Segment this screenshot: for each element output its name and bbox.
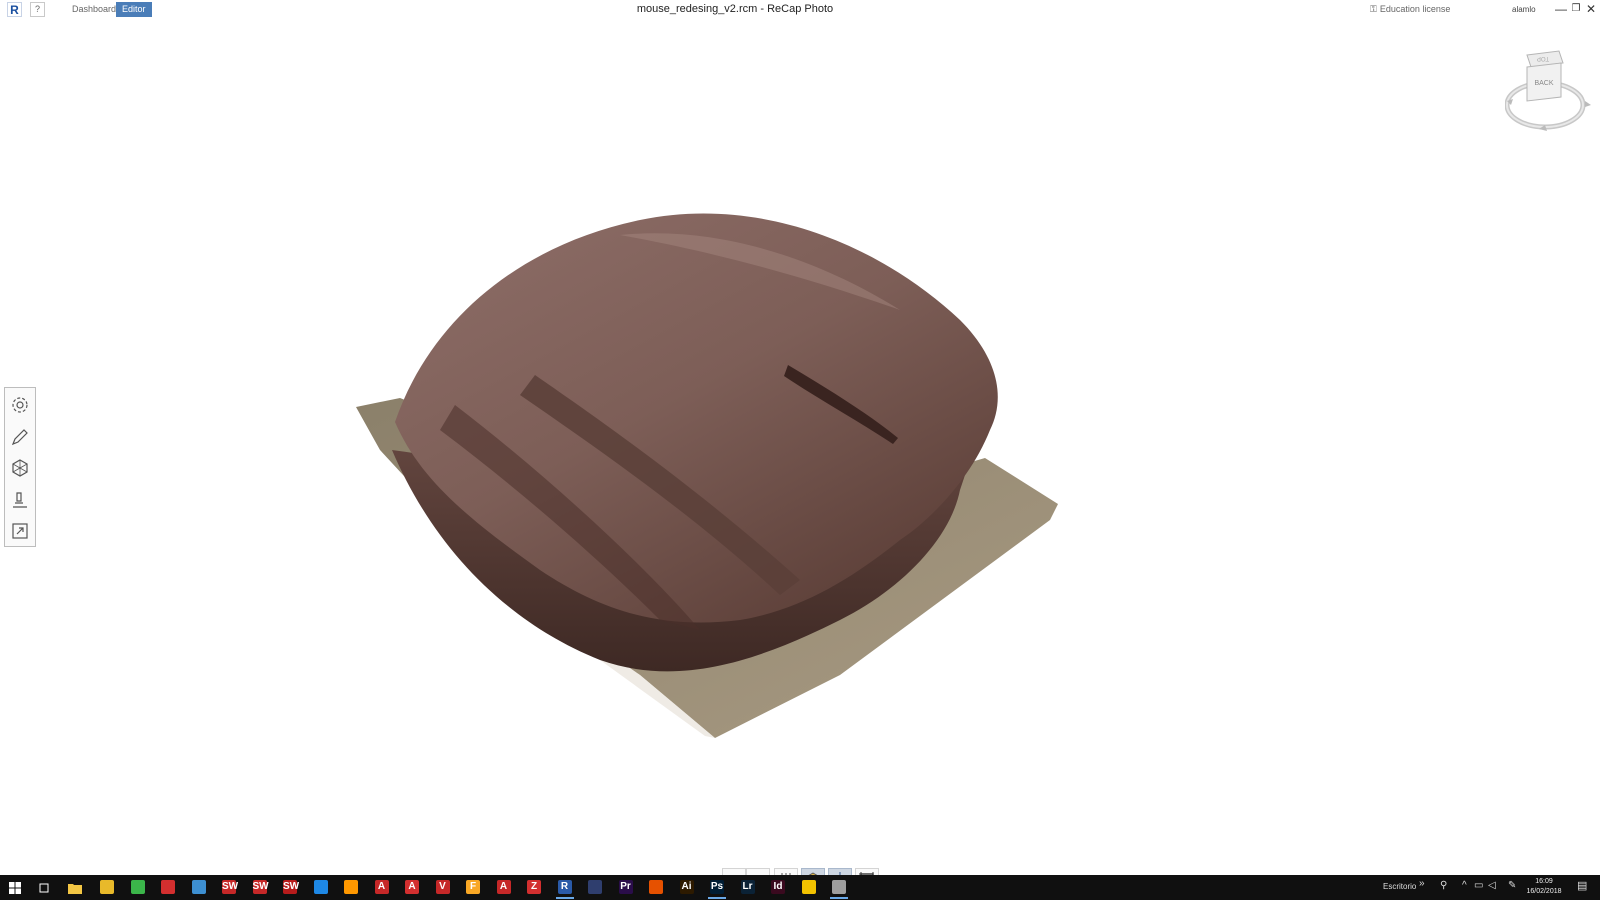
key-icon: ⚿	[1370, 4, 1377, 14]
solidworks2-icon[interactable]: SW	[251, 878, 269, 896]
app-f-glyph: F	[466, 880, 480, 894]
notifications-icon[interactable]: ▤	[1577, 879, 1587, 892]
3d-viewport[interactable]: TOP BACK	[0, 20, 1600, 892]
clock[interactable]: 16:09 16/02/2018	[1524, 877, 1564, 897]
solidworks-glyph: SW	[222, 880, 239, 894]
autocad-icon[interactable]: A	[373, 878, 391, 896]
app-red-star-icon[interactable]	[159, 878, 177, 896]
photoshop-glyph: Ps	[710, 880, 724, 894]
export-icon[interactable]	[9, 520, 31, 542]
task-view-icon[interactable]	[38, 882, 50, 894]
network-icon[interactable]: ▭	[1474, 880, 1483, 891]
volume-icon[interactable]: ◁	[1488, 880, 1496, 891]
app-blue-cube-icon[interactable]	[190, 878, 208, 896]
windows-taskbar: SW SW SW A A V F A Z R Pr Ai Ps Lr Id Escritorio » ⚲ ^…	[0, 875, 1600, 900]
app-window-icon[interactable]	[830, 878, 848, 899]
app-blue-cube-glyph	[191, 880, 206, 894]
lightroom-icon[interactable]: Lr	[739, 878, 757, 896]
window-title: mouse_redesing_v2.rcm - ReCap Photo	[636, 3, 834, 15]
chrome-icon[interactable]	[98, 878, 116, 896]
app-green-icon[interactable]	[129, 878, 147, 896]
autocad2-icon[interactable]: A	[495, 878, 513, 896]
mesh-icon[interactable]	[9, 457, 31, 479]
app-yellow-icon[interactable]	[800, 878, 818, 896]
autocad2-glyph: A	[496, 880, 511, 894]
pencil-icon[interactable]	[9, 426, 31, 448]
maximize-button[interactable]: ❐	[1569, 1, 1583, 17]
chrome-glyph	[100, 880, 114, 894]
license-label: Education license	[1379, 4, 1451, 14]
illustrator-icon[interactable]: Ai	[678, 878, 696, 896]
desktop-toolbar-label[interactable]: Escritorio	[1383, 882, 1416, 891]
file-explorer-icon[interactable]	[68, 882, 82, 894]
premiere-icon[interactable]: Pr	[617, 878, 635, 896]
settings-icon[interactable]	[9, 394, 31, 416]
people-icon[interactable]: ⚲	[1440, 880, 1447, 891]
indesign-icon[interactable]: Id	[769, 878, 787, 896]
active-indicator	[555, 897, 574, 899]
app-fox-glyph	[344, 880, 358, 894]
solidworks2-glyph: SW	[252, 880, 269, 894]
photoshop-icon[interactable]: Ps	[708, 878, 726, 899]
toolbar-overflow-icon[interactable]: »	[1419, 878, 1425, 889]
app-f-icon[interactable]: F	[464, 878, 482, 896]
pen-tray-icon[interactable]: ✎	[1508, 880, 1516, 891]
app-pen-icon[interactable]	[647, 878, 665, 896]
app-window-glyph	[832, 880, 846, 894]
cinema4d-glyph	[588, 880, 602, 894]
tray-chevron-icon[interactable]: ^	[1462, 880, 1467, 891]
measure-icon[interactable]	[9, 489, 31, 511]
app-blue-circle-glyph	[313, 880, 328, 894]
solidworks-icon[interactable]: SW	[220, 878, 238, 896]
premiere-glyph: Pr	[618, 880, 633, 894]
lightroom-glyph: Lr	[740, 880, 755, 894]
user-name[interactable]: alamlo	[1512, 5, 1536, 14]
app-blue-circle-icon[interactable]	[312, 878, 330, 896]
left-tool-panel	[4, 387, 36, 547]
acrobat-glyph: A	[405, 880, 419, 894]
clock-time: 16:09	[1535, 878, 1553, 885]
cinema4d-icon[interactable]	[586, 878, 604, 896]
minimize-button[interactable]: —	[1554, 1, 1568, 17]
vectorworks-glyph: V	[435, 880, 450, 894]
solidworks3-icon[interactable]: SW	[281, 878, 299, 896]
vectorworks-icon[interactable]: V	[434, 878, 452, 896]
acrobat-icon[interactable]: A	[403, 878, 421, 896]
mouse-clay-model	[356, 213, 1058, 738]
close-button[interactable]: ✕	[1584, 1, 1598, 17]
app-pen-glyph	[649, 880, 663, 894]
view-cube[interactable]: TOP BACK	[1505, 45, 1591, 135]
title-bar: R ? Dashboard Editor mouse_redesing_v2.r…	[0, 0, 1600, 20]
app-yellow-glyph	[801, 880, 816, 894]
windows-start-icon[interactable]	[9, 882, 21, 894]
app-z-glyph: Z	[527, 880, 541, 894]
illustrator-glyph: Ai	[679, 880, 694, 894]
app-red-star-glyph	[161, 880, 175, 894]
active-indicator	[708, 897, 726, 899]
view-cube-top-label[interactable]: TOP	[1537, 55, 1549, 61]
app-fox-icon[interactable]	[342, 878, 360, 896]
autocad-glyph: A	[374, 880, 389, 894]
app-green-glyph	[130, 880, 145, 894]
view-cube-face-label[interactable]: BACK	[1534, 80, 1553, 87]
app-z-icon[interactable]: Z	[525, 878, 543, 896]
active-indicator	[830, 897, 848, 899]
recap-icon[interactable]: R	[555, 878, 574, 899]
solidworks3-glyph: SW	[283, 880, 300, 894]
clock-date: 16/02/2018	[1526, 888, 1562, 895]
recap-glyph: R	[557, 880, 572, 894]
license-link[interactable]: ⚿ Education license	[1370, 4, 1450, 15]
indesign-glyph: Id	[771, 880, 785, 894]
